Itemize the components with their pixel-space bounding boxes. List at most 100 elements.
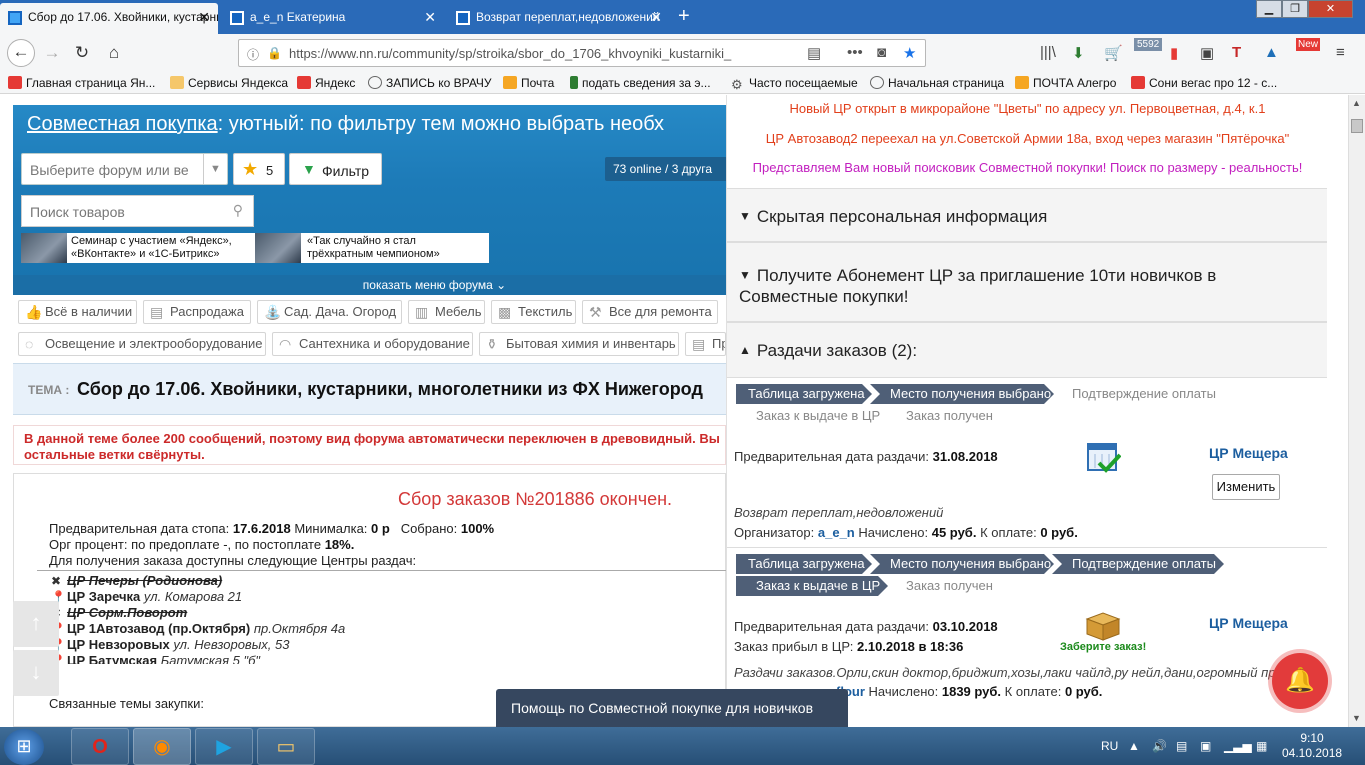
order-topic[interactable]: Раздачи заказов.Орли,скин доктор,бриджит…: [734, 665, 1324, 680]
favorites-button[interactable]: ★ 5: [233, 153, 285, 185]
announcement-link[interactable]: Представляем Вам новый поисковик Совмест…: [727, 160, 1327, 175]
search-icon[interactable]: ⚲: [233, 202, 243, 219]
menu-icon[interactable]: ≡: [1336, 44, 1345, 61]
chevron-down-icon: ⌄: [496, 278, 507, 292]
bookmark-item[interactable]: Начальная страница: [870, 76, 1004, 90]
news-thumbnail[interactable]: [21, 233, 67, 263]
forum-select[interactable]: Выберите форум или ве ▼: [21, 153, 228, 185]
flag-icon[interactable]: ▮: [1170, 44, 1178, 62]
maximize-button[interactable]: ❐: [1282, 0, 1308, 18]
bookmark-item[interactable]: Главная страница Ян...: [8, 76, 155, 90]
bookmark-item[interactable]: ПОЧТА Алегро: [1015, 76, 1116, 90]
tab-refund[interactable]: Возврат переплат,недовложений ✕: [448, 3, 670, 34]
category-repair[interactable]: ⚒ Все для ремонта: [582, 300, 718, 324]
community-link[interactable]: Совместная покупка: [27, 113, 218, 135]
page-scrollbar[interactable]: ▲ ▼: [1348, 95, 1365, 727]
opera-icon[interactable]: O: [71, 728, 129, 765]
notification-bell-icon[interactable]: 🔔: [1272, 653, 1328, 709]
page-actions-icon[interactable]: •••: [847, 44, 863, 61]
back-button[interactable]: ←: [7, 39, 35, 67]
tab-close-icon[interactable]: ✕: [424, 3, 436, 32]
library-icon[interactable]: |||\: [1040, 44, 1056, 61]
reader-view-icon[interactable]: ▤: [807, 44, 821, 62]
newbie-help-button[interactable]: Помощь по Совместной покупке для новичко…: [496, 689, 848, 727]
bookmark-item[interactable]: Сони вегас про 12 - с...: [1131, 76, 1277, 90]
announcement-link[interactable]: Новый ЦР открыт в микрорайоне "Цветы" по…: [727, 101, 1327, 116]
tab-close-icon[interactable]: ✕: [198, 3, 210, 32]
bookmark-item[interactable]: ЗАПИСЬ ко ВРАЧУ: [368, 76, 492, 90]
section-subscription[interactable]: ▼ Получите Абонемент ЦР за приглашение 10…: [727, 242, 1327, 322]
close-window-button[interactable]: ✕: [1308, 0, 1353, 18]
explorer-folder-icon[interactable]: ▭: [257, 728, 315, 765]
product-search-input[interactable]: Поиск товаров ⚲: [21, 195, 254, 227]
security-icon[interactable]: ▣: [1200, 739, 1211, 753]
new-tab-button[interactable]: +: [678, 3, 690, 29]
start-button[interactable]: ⊞: [4, 729, 44, 765]
bookmark-item[interactable]: подать сведения за э...: [570, 76, 711, 90]
filter-button[interactable]: ▼ Фильтр: [289, 153, 382, 185]
section-order-pickups[interactable]: ▲ Раздачи заказов (2):: [727, 322, 1327, 378]
announcement-link[interactable]: ЦР Автозавод2 переехал на ул.Советской А…: [727, 131, 1327, 146]
section-hidden-info[interactable]: ▼ Скрытая персональная информация: [727, 188, 1327, 242]
topic-title: Сбор до 17.06. Хвойники, кустарники, мно…: [77, 379, 703, 399]
translate-icon[interactable]: T: [1232, 44, 1241, 61]
pocket-icon[interactable]: ◙: [877, 44, 886, 61]
counter-badge[interactable]: 5592: [1134, 38, 1163, 51]
sidebar-icon[interactable]: ▣: [1200, 44, 1214, 62]
forward-button[interactable]: →: [40, 41, 64, 65]
category-in-stock[interactable]: 👍 Всё в наличии: [18, 300, 137, 324]
address-bar[interactable]: ⓘ 🔒 https://www.nn.ru/community/sp/stroi…: [238, 39, 926, 67]
category-textile[interactable]: ▩ Текстиль: [491, 300, 576, 324]
category-household[interactable]: ⚱ Бытовая химия и инвентарь: [479, 332, 679, 356]
bookmark-item[interactable]: ⚙ Часто посещаемые: [731, 76, 858, 91]
change-button[interactable]: Изменить: [1212, 474, 1280, 500]
download-icon[interactable]: ⬇: [1072, 44, 1085, 62]
bookmark-item[interactable]: Яндекс: [297, 76, 355, 90]
signal-icon[interactable]: ▁▃▅: [1224, 739, 1252, 753]
scroll-down-arrow-icon[interactable]: ▼: [1352, 713, 1361, 723]
firefox-icon[interactable]: ◉: [133, 728, 191, 765]
tab-aen[interactable]: a_e_n Екатерина ✕: [222, 3, 444, 34]
info-icon[interactable]: ⓘ: [247, 46, 259, 63]
cart-icon[interactable]: 🛒: [1104, 44, 1123, 62]
step-received: Заказ получен: [886, 576, 1004, 596]
network-warning-icon[interactable]: ▤: [1176, 739, 1187, 753]
home-icon[interactable]: ⌂: [102, 41, 126, 65]
new-badge[interactable]: New: [1296, 38, 1321, 51]
network-icon[interactable]: ▦: [1256, 739, 1267, 753]
order-topic[interactable]: Возврат переплат,недовложений: [734, 505, 943, 520]
chevron-down-icon[interactable]: ▼: [203, 154, 227, 184]
category-plumbing[interactable]: ◠ Сантехника и оборудование: [272, 332, 473, 356]
category-garden[interactable]: ⛲ Сад. Дача. Огород: [257, 300, 402, 324]
category-more[interactable]: ▤Пр: [685, 332, 726, 356]
tab-current[interactable]: Сбор до 17.06. Хвойники, кустарники... ✕: [0, 3, 218, 34]
media-player-icon[interactable]: ▶: [195, 728, 253, 765]
extension-icon[interactable]: ▲: [1264, 44, 1279, 61]
bookmark-folder[interactable]: Сервисы Яндекса: [170, 76, 288, 90]
reload-button[interactable]: ↻: [70, 41, 94, 65]
system-clock[interactable]: 9:10 04.10.2018: [1282, 731, 1342, 761]
scroll-down-button[interactable]: ↓: [13, 650, 59, 696]
news-item[interactable]: «Так случайно я стал трёхкратным чемпионо…: [307, 235, 440, 261]
bookmark-star-icon[interactable]: ★: [903, 44, 916, 62]
scrollbar-thumb[interactable]: [1351, 119, 1363, 133]
news-item[interactable]: Семинар с участием «Яндекс», «ВКонтакте» …: [71, 235, 232, 261]
organizer-link[interactable]: a_e_n: [818, 525, 855, 540]
category-furniture[interactable]: ▥ Мебель: [408, 300, 485, 324]
category-lighting[interactable]: ◌ Освещение и электрооборудование: [18, 332, 266, 356]
category-sale[interactable]: ▤ Распродажа: [143, 300, 251, 324]
pickup-center-link[interactable]: ЦР Мещера: [1209, 615, 1288, 631]
tab-close-icon[interactable]: ✕: [650, 3, 662, 32]
online-counter[interactable]: 73 online / 3 друга: [605, 157, 727, 181]
volume-icon[interactable]: 🔊: [1152, 739, 1167, 753]
minimize-button[interactable]: ▁: [1256, 0, 1282, 18]
url-text[interactable]: https://www.nn.ru/community/sp/stroika/s…: [289, 46, 799, 61]
scroll-up-button[interactable]: ↑: [13, 601, 59, 647]
bookmark-item[interactable]: Почта: [503, 76, 554, 90]
show-forum-menu[interactable]: показать меню форума ⌄: [13, 275, 726, 295]
language-indicator[interactable]: RU: [1101, 739, 1118, 753]
news-thumbnail[interactable]: [255, 233, 301, 263]
scroll-up-arrow-icon[interactable]: ▲: [1352, 98, 1361, 108]
pickup-center-link[interactable]: ЦР Мещера: [1209, 445, 1288, 461]
tray-arrow-icon[interactable]: ▲: [1128, 739, 1140, 753]
